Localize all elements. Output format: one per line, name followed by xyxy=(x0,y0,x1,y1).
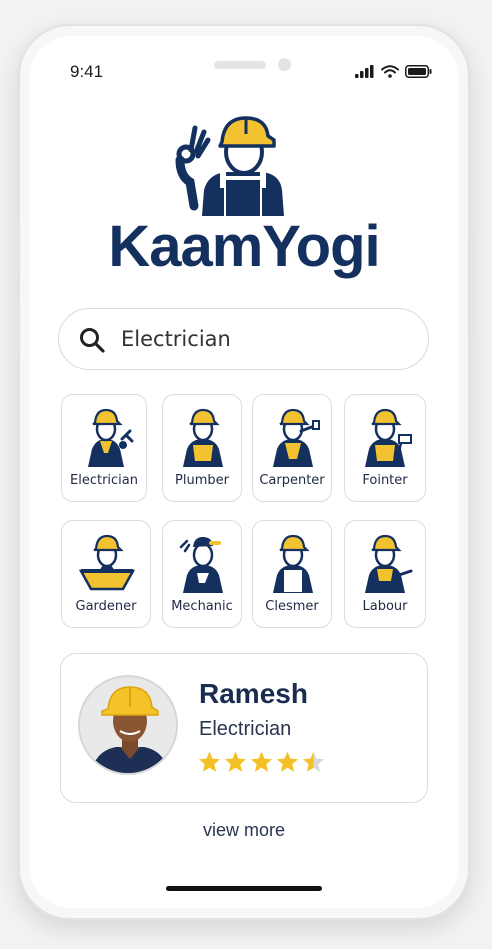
volume-button xyxy=(14,220,19,280)
power-button xyxy=(471,238,476,334)
worker-photo-icon xyxy=(80,677,176,773)
search-input[interactable] xyxy=(121,324,411,354)
star-icon xyxy=(276,751,299,772)
front-camera xyxy=(278,58,291,71)
star-icon xyxy=(302,751,325,772)
category-tile-plumber[interactable]: Plumber xyxy=(162,394,242,502)
star-icon xyxy=(224,751,247,772)
rating-stars xyxy=(197,750,326,774)
brand-name: KaamYogi xyxy=(108,214,380,279)
category-label: Plumber xyxy=(175,473,229,488)
category-label: Fointer xyxy=(362,473,408,488)
plumber-icon xyxy=(183,408,223,467)
category-tile-cleaner[interactable]: Clesmer xyxy=(252,520,332,628)
worker-ok-logo-icon xyxy=(175,116,284,216)
star-icon xyxy=(250,751,273,772)
category-label: Carpenter xyxy=(259,473,325,488)
speaker-grille xyxy=(214,61,266,69)
volume-button xyxy=(14,300,19,360)
battery-icon xyxy=(405,65,432,78)
carpenter-icon xyxy=(273,408,320,467)
search-bar[interactable] xyxy=(58,308,429,370)
category-tile-electrician[interactable]: Electrician xyxy=(61,394,147,502)
wifi-icon xyxy=(381,65,399,78)
status-time: 9:41 xyxy=(70,62,104,81)
worker-name: Ramesh xyxy=(199,678,308,709)
gardener-icon xyxy=(79,534,135,591)
status-icons xyxy=(355,64,432,78)
view-more-link[interactable]: view more xyxy=(34,820,454,841)
category-label: Electrician xyxy=(70,473,138,488)
labour-icon xyxy=(365,534,413,593)
category-tile-mechanic[interactable]: Mechanic xyxy=(162,520,242,628)
category-label: Labour xyxy=(362,599,408,614)
category-tile-labour[interactable]: Labour xyxy=(344,520,426,628)
app-screen: 9:41 KaamYogi Electrician Electrician Pl… xyxy=(34,38,454,900)
avatar xyxy=(78,675,178,775)
worker-role: Electrician xyxy=(199,718,292,740)
category-tile-painter[interactable]: Fointer xyxy=(344,394,426,502)
category-tile-gardener[interactable]: Gardener xyxy=(61,520,151,628)
star-icon xyxy=(198,751,221,772)
painter-icon xyxy=(365,408,412,467)
home-indicator[interactable] xyxy=(166,886,322,891)
category-tile-carpenter[interactable]: Carpenter xyxy=(252,394,332,502)
search-icon[interactable] xyxy=(79,327,105,353)
electrician-icon xyxy=(88,408,134,467)
signal-icon xyxy=(355,65,374,78)
category-label: Clesmer xyxy=(265,599,319,614)
featured-worker-card[interactable]: Ramesh Electrician xyxy=(60,653,428,803)
cleaner-icon xyxy=(273,534,313,593)
category-label: Gardener xyxy=(75,599,137,614)
mechanic-icon xyxy=(179,537,223,593)
category-label: Mechanic xyxy=(171,599,233,614)
